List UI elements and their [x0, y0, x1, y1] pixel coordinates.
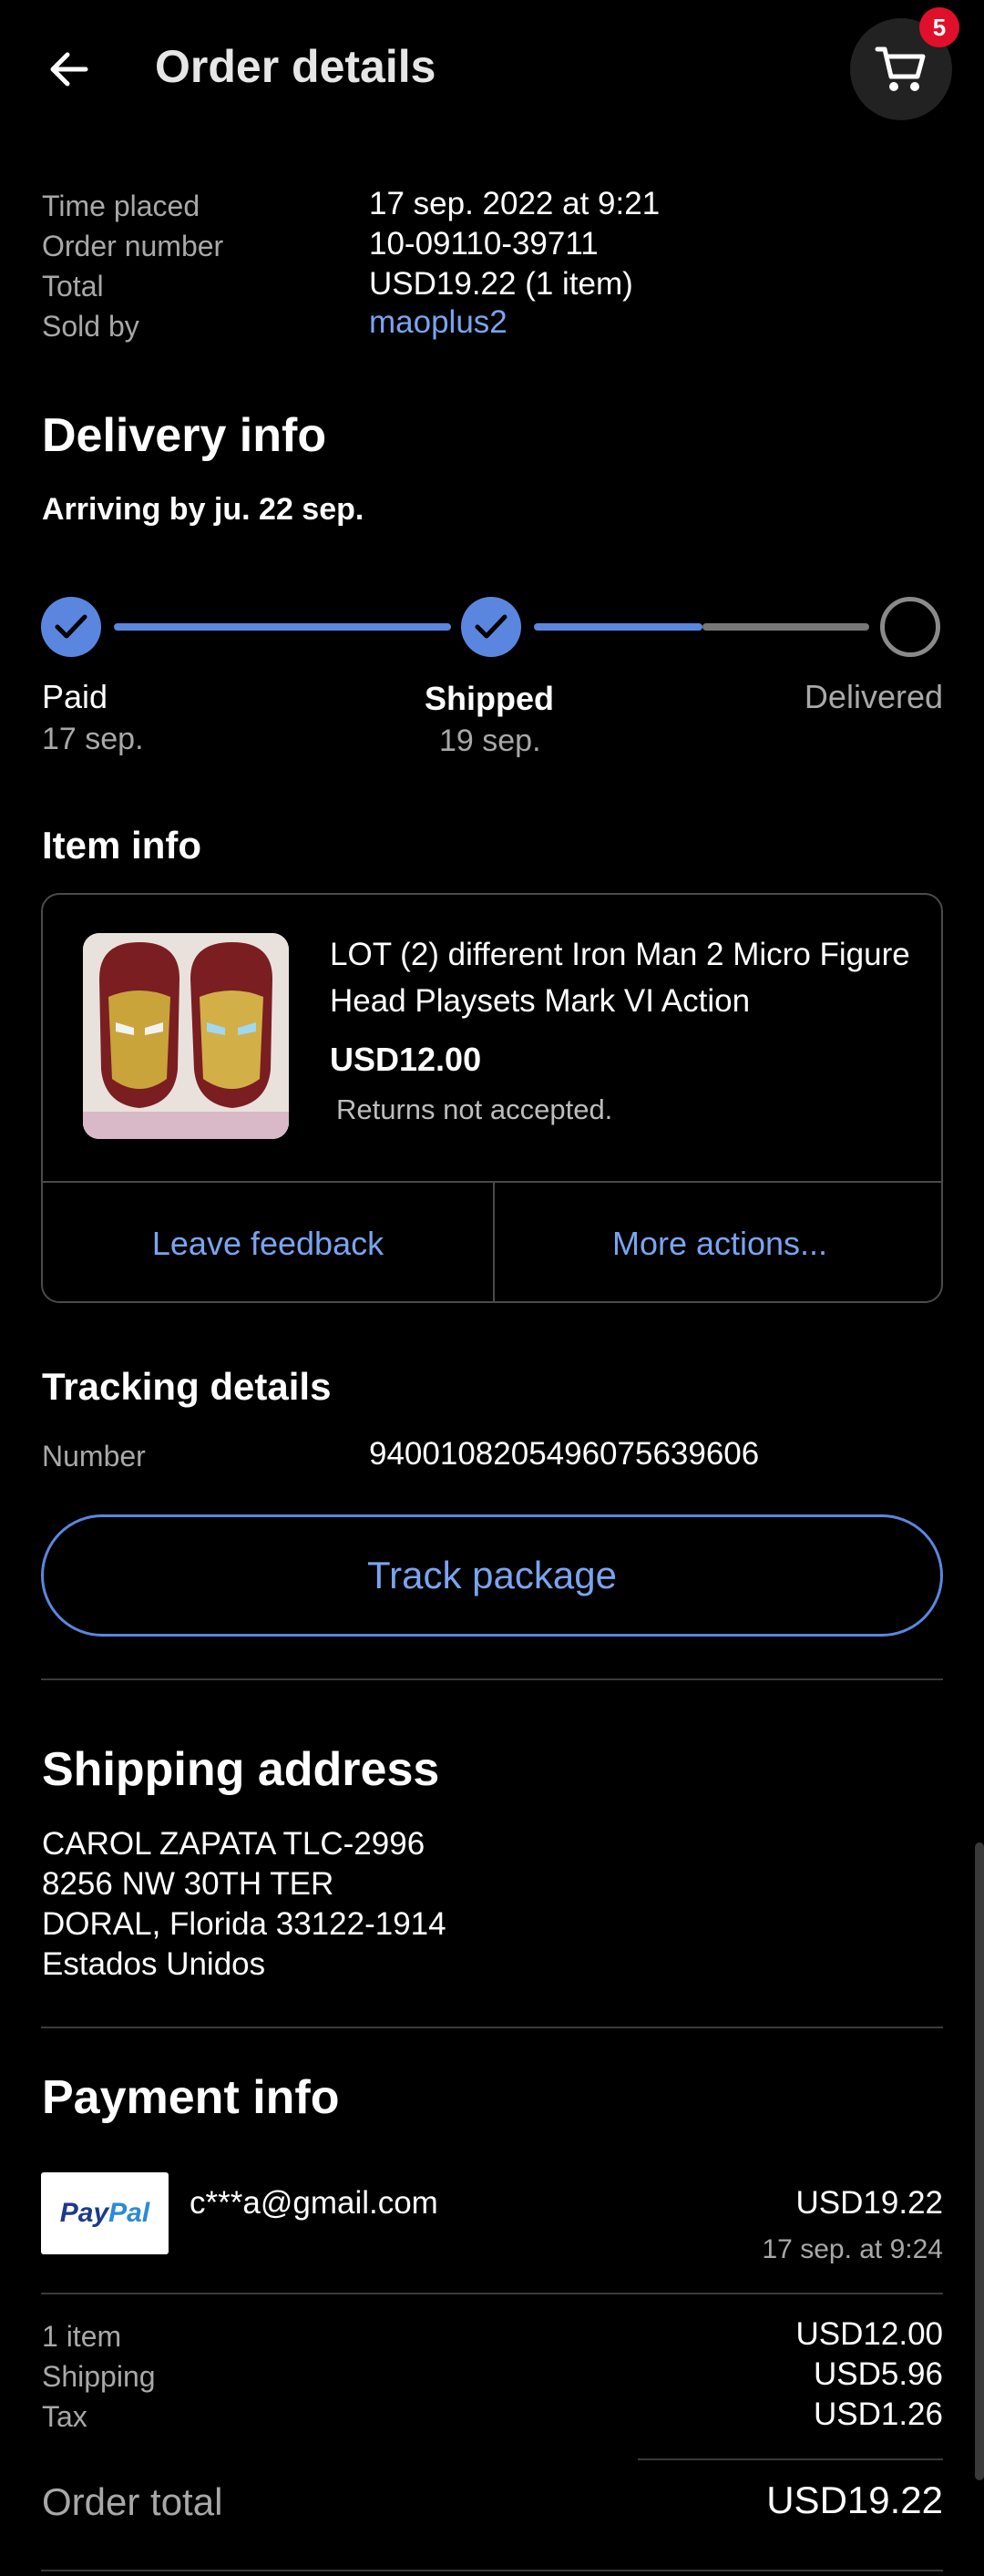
step-paid-date: 17 sep. [42, 722, 144, 756]
total-divider [638, 2458, 943, 2460]
shipping-cost-label: Shipping [42, 2360, 156, 2393]
items-count-label: 1 item [42, 2320, 122, 2353]
payment-date: 17 sep. at 9:24 [762, 2234, 944, 2264]
item-info-title: Item info [42, 824, 201, 867]
page-title: Order details [155, 41, 436, 92]
back-button[interactable] [46, 46, 93, 93]
paypal-logo: PayPal [41, 2172, 169, 2254]
sold-by-label: Sold by [42, 310, 139, 343]
payment-amount: USD19.22 [795, 2185, 943, 2221]
cart-icon [875, 46, 926, 91]
address-line: CAROL ZAPATA TLC-2996 [42, 1826, 425, 1862]
payment-divider [41, 2293, 943, 2294]
cart-count-badge: 5 [919, 7, 959, 47]
step-delivered-circle-icon [880, 597, 940, 657]
item-price: USD12.00 [330, 1041, 482, 1078]
scrollbar[interactable] [975, 1842, 984, 2480]
section-divider [41, 2027, 943, 2028]
time-placed-value: 17 sep. 2022 at 9:21 [369, 186, 661, 221]
order-number-label: Order number [42, 230, 224, 262]
step-shipped-check-icon [461, 597, 521, 657]
top-app-bar: Order details 5 [0, 0, 984, 137]
progress-line-2-remaining [702, 623, 869, 631]
step-shipped-label: Shipped [425, 680, 554, 717]
item-image[interactable] [83, 933, 289, 1139]
iron-man-heads-image [83, 933, 289, 1139]
section-divider [41, 1678, 943, 1680]
seller-link[interactable]: maoplus2 [369, 304, 507, 341]
shipping-address-title: Shipping address [42, 1743, 440, 1796]
order-number-value: 10-09110-39711 [369, 226, 599, 262]
arrow-left-icon [50, 52, 88, 87]
tax-label: Tax [42, 2400, 87, 2433]
item-returns-policy: Returns not accepted. [336, 1093, 613, 1125]
progress-line-1 [114, 623, 451, 631]
track-package-button[interactable]: Track package [41, 1514, 943, 1637]
tracking-number-value: 9400108205496075639606 [369, 1436, 760, 1472]
leave-feedback-button[interactable]: Leave feedback [43, 1183, 493, 1301]
item-card: LOT (2) different Iron Man 2 Micro Figur… [41, 893, 943, 1303]
address-line: Estados Unidos [42, 1946, 266, 1982]
progress-line-2-filled [534, 623, 702, 631]
step-paid-label: Paid [42, 678, 108, 715]
item-title-link[interactable]: LOT (2) different Iron Man 2 Micro Figur… [330, 931, 913, 1024]
tax-amount: USD1.26 [813, 2396, 943, 2432]
arriving-date: Arriving by ju. 22 sep. [42, 492, 364, 527]
tracking-details-title: Tracking details [42, 1365, 332, 1408]
total-label: Total [42, 270, 104, 303]
address-line: 8256 NW 30TH TER [42, 1866, 334, 1902]
order-total-value: USD19.22 [766, 2479, 943, 2521]
total-value: USD19.22 (1 item) [369, 266, 633, 302]
tracking-number-label: Number [42, 1440, 146, 1473]
items-subtotal: USD12.00 [795, 2316, 943, 2352]
shipping-cost: USD5.96 [813, 2356, 943, 2392]
step-delivered-label: Delivered [804, 678, 943, 715]
address-line: DORAL, Florida 33122-1914 [42, 1906, 446, 1942]
more-actions-button[interactable]: More actions... [495, 1183, 941, 1301]
bottom-divider [41, 2570, 943, 2571]
step-shipped-date: 19 sep. [439, 724, 541, 758]
time-placed-label: Time placed [42, 190, 200, 222]
order-total-label: Order total [42, 2480, 223, 2523]
delivery-info-title: Delivery info [42, 409, 327, 462]
payment-info-title: Payment info [42, 2071, 340, 2124]
step-paid-check-icon [41, 597, 101, 657]
payment-email: c***a@gmail.com [190, 2185, 438, 2221]
